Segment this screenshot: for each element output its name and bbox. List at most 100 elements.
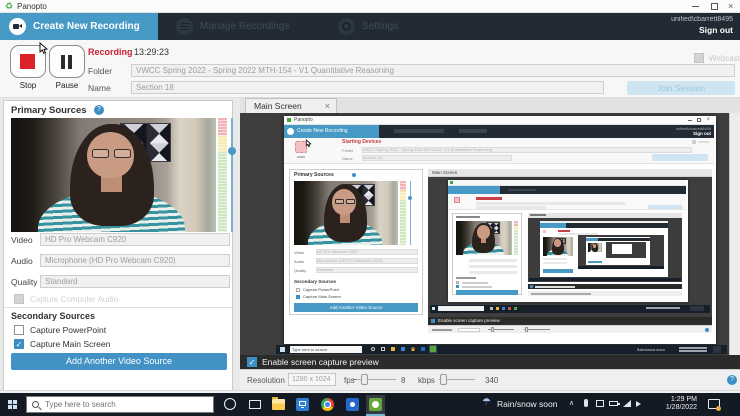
pv-weather: Rain/snow soon <box>637 347 665 352</box>
enable-preview-checkbox[interactable] <box>247 357 257 367</box>
panopto-logo-icon: ♻ <box>5 0 13 13</box>
chrome-icon[interactable] <box>321 398 334 411</box>
start-button[interactable] <box>8 400 17 409</box>
weather-text[interactable]: Rain/snow soon <box>497 399 557 409</box>
microphone-tray-icon[interactable] <box>584 399 588 407</box>
pv-recording-bar: Starting Devices Folder VWCC Spring 2022… <box>284 138 714 164</box>
list-icon <box>176 18 193 35</box>
cortana-icon[interactable] <box>224 398 236 410</box>
pv-capture-zone: Main Screen <box>428 169 712 333</box>
recording-status: Recording <box>88 47 133 57</box>
pv-enable-label: Enable screen capture preview <box>438 318 500 323</box>
maximize-button[interactable] <box>711 3 718 10</box>
capture-computer-audio-checkbox[interactable] <box>14 294 24 304</box>
pv-name-label: Name <box>342 156 353 161</box>
glasses-icon <box>92 149 109 158</box>
clock[interactable]: 1:29 PM 1/28/2022 <box>645 396 697 412</box>
pv-taskbar: Type here to search Rain/snow soon <box>276 345 727 354</box>
nav-item-label: Manage Recordings <box>200 13 290 40</box>
volume-slider-handle[interactable] <box>228 147 236 155</box>
window-title: Panopto <box>17 0 47 13</box>
nav-item-label: Create New Recording <box>33 13 140 40</box>
pv-desktop: Panopto × Create New Recording unified\c… <box>276 115 727 353</box>
tab-main-screen[interactable]: Main Screen × <box>245 98 337 113</box>
sign-out-link[interactable]: Sign out <box>699 25 733 35</box>
recording-timer: 13:29:23 <box>134 47 169 57</box>
panopto-taskbar-icon[interactable] <box>366 395 385 416</box>
battery-icon[interactable] <box>609 401 618 406</box>
volume-icon[interactable] <box>636 401 641 407</box>
minimize-button[interactable] <box>692 6 699 7</box>
kbps-label: kbps <box>418 376 435 385</box>
tray-window-icon[interactable] <box>596 400 604 407</box>
capture-powerpoint-checkbox[interactable] <box>14 325 24 335</box>
file-explorer-icon[interactable] <box>272 399 285 410</box>
audio-level-meter <box>218 118 227 232</box>
stop-label: Stop <box>10 81 46 90</box>
pv-resolution-bar <box>428 325 712 333</box>
name-field[interactable]: Section 18 <box>131 81 604 94</box>
primary-sources-help-icon[interactable] <box>94 105 104 115</box>
video-select[interactable]: HD Pro Webcam C920 <box>40 233 230 246</box>
pv4-preview <box>578 235 664 269</box>
nav-create-new-recording[interactable]: Create New Recording <box>0 13 158 40</box>
capture-help-icon[interactable] <box>727 375 737 385</box>
preview-scrollbar[interactable] <box>729 113 740 355</box>
pv-navbar: Create New Recording unified\cbarrett849… <box>284 125 714 138</box>
pv-tab: Main Screen <box>432 169 457 177</box>
pv2-taskbar <box>430 305 710 313</box>
pv-search: Type here to search <box>290 346 362 353</box>
fps-value: 8 <box>401 376 405 385</box>
close-button[interactable]: × <box>728 0 733 13</box>
fps-slider-handle[interactable] <box>361 374 368 385</box>
taskbar-search[interactable] <box>26 396 214 413</box>
notification-badge <box>716 406 721 411</box>
task-view-icon[interactable] <box>249 400 261 409</box>
secondary-sources-title: Secondary Sources <box>11 311 95 321</box>
folder-field[interactable]: VWCC Spring 2022 - Spring 2022 MTH-154 -… <box>131 64 735 77</box>
quality-select[interactable]: Standard <box>40 275 230 288</box>
notification-center-icon[interactable] <box>708 399 720 409</box>
capture-tabbar: Main Screen × <box>240 98 740 113</box>
name-label: Name <box>88 83 111 93</box>
display-app-icon[interactable] <box>296 398 309 411</box>
blue-app-icon[interactable] <box>346 398 359 411</box>
pv-join-button <box>652 154 708 161</box>
pv-name-field: Section 18 <box>362 155 512 161</box>
pv-titlebar: Panopto × <box>284 116 714 125</box>
volume-slider-track[interactable] <box>231 118 233 232</box>
nav-item-label: Settings <box>362 13 398 40</box>
screen-capture-preview: Panopto × Create New Recording unified\c… <box>240 113 729 355</box>
webcast-label: Webcast <box>709 54 740 63</box>
pv-window: Panopto × Create New Recording unified\c… <box>284 116 716 344</box>
record-camera-icon <box>9 18 26 35</box>
folder-label: Folder <box>88 66 112 76</box>
video-label: Video <box>11 235 33 245</box>
pause-label: Pause <box>49 81 85 90</box>
webcast-checkbox[interactable] <box>694 53 704 63</box>
navbar: Create New Recording Manage Recordings S… <box>0 13 740 40</box>
pause-bars-icon <box>61 55 65 69</box>
primary-sources-title: Primary Sources <box>11 105 87 116</box>
pv-signout: Sign out <box>693 131 711 136</box>
join-session-button[interactable]: Join Session <box>627 81 735 95</box>
window-titlebar: ♻ Panopto × <box>0 0 740 13</box>
network-icon[interactable] <box>623 400 631 407</box>
pv-nav-active: Create New Recording <box>297 125 348 138</box>
tray-chevron-icon[interactable]: ∧ <box>569 399 574 407</box>
search-input[interactable] <box>45 398 205 411</box>
tab-close-icon[interactable]: × <box>325 99 330 113</box>
pv-primary-title: Primary Sources <box>294 172 334 178</box>
pause-button[interactable] <box>49 45 85 78</box>
pv-folder-label: Folder <box>342 148 353 153</box>
divider <box>4 307 232 308</box>
pv-audio-meter <box>400 181 406 245</box>
capture-main-screen-checkbox[interactable] <box>14 339 24 349</box>
webcam-preview <box>11 118 216 232</box>
audio-select[interactable]: Microphone (HD Pro Webcam C920) <box>40 254 230 267</box>
add-video-source-button[interactable]: Add Another Video Source <box>11 353 227 370</box>
weather-icon: ☂ <box>482 397 491 408</box>
resolution-input[interactable]: 1280 x 1024 <box>288 373 336 386</box>
kbps-slider-handle[interactable] <box>440 374 447 385</box>
enable-preview-label: Enable screen capture preview <box>262 357 379 367</box>
